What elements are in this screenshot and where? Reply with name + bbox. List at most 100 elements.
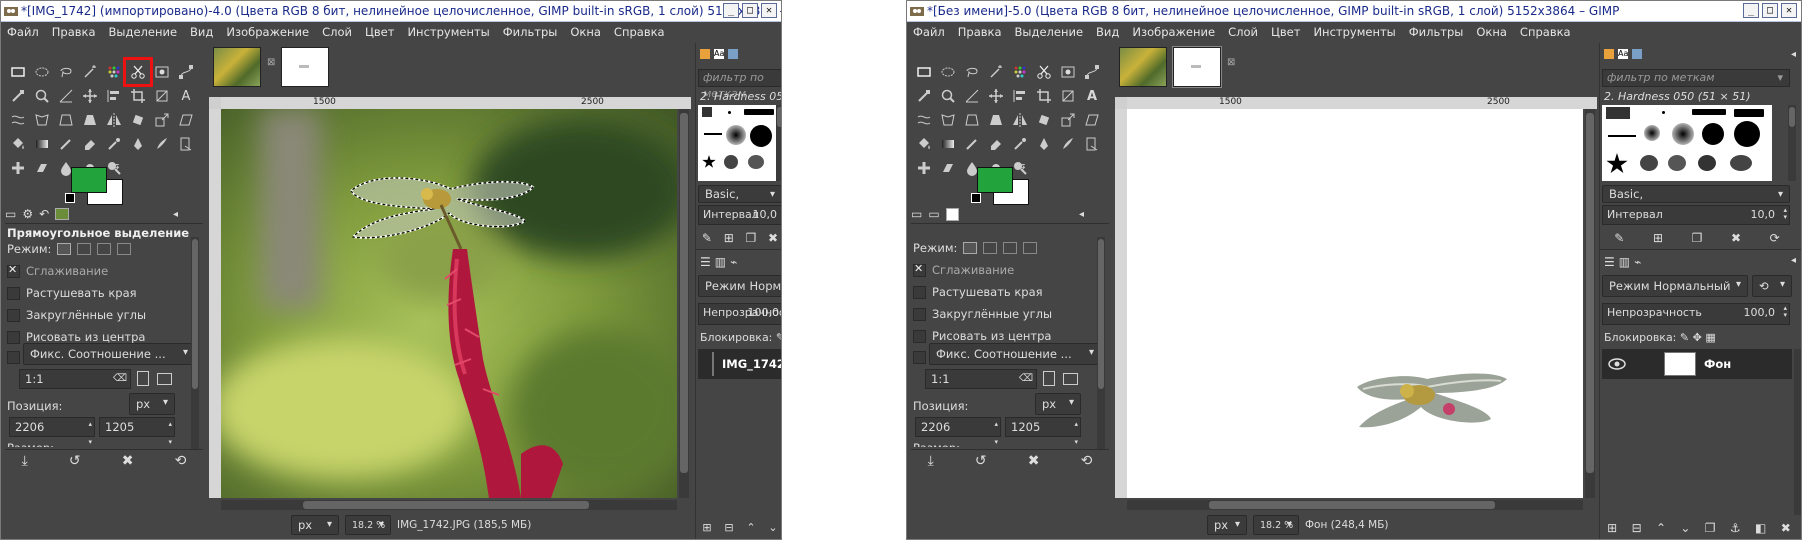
scissors-select-icon[interactable] — [123, 57, 153, 87]
brush-tag-filter[interactable]: фильтр по меткам ▾ — [1602, 69, 1790, 87]
from-center-checkbox[interactable] — [7, 330, 20, 344]
mask-layer-icon[interactable]: ◧ — [1755, 521, 1766, 535]
edit-brush-icon[interactable]: ✎ — [1614, 231, 1624, 245]
opacity-spinner[interactable]: Непрозрачность 100,0 — [698, 303, 781, 325]
tool-options-tab-icon[interactable]: ▭ — [5, 207, 16, 221]
position-x-input[interactable]: 2206 ▴ ▾ — [9, 417, 95, 446]
ellipse-select-icon[interactable] — [31, 61, 53, 83]
scissors-select-icon[interactable] — [1033, 61, 1055, 83]
zoom-icon[interactable] — [31, 85, 53, 107]
perspective-icon[interactable] — [985, 109, 1007, 131]
swap-colors-icon[interactable]: ⇆ — [1017, 161, 1025, 172]
menu-edit[interactable]: Правка — [958, 25, 1002, 39]
configure-tab-icon[interactable]: ◂ — [1079, 209, 1084, 220]
ratio-input[interactable]: 1:1 ⌫ — [925, 369, 1037, 389]
paths-icon[interactable] — [175, 61, 197, 83]
mypaint-brush-icon[interactable] — [1057, 133, 1079, 155]
align-icon[interactable] — [1009, 85, 1031, 107]
bucket-fill-icon[interactable] — [913, 133, 935, 155]
refresh-brushes-icon[interactable]: ⟳ — [1770, 231, 1780, 245]
menu-tools[interactable]: Инструменты — [1313, 25, 1395, 39]
new-layer-icon[interactable]: ⊞ — [702, 521, 711, 534]
menu-file[interactable]: Файл — [913, 25, 945, 39]
tool-options-scrollbar[interactable] — [1097, 237, 1105, 449]
menu-layer[interactable]: Слой — [322, 25, 352, 39]
swap-colors-icon[interactable]: ⇆ — [111, 161, 119, 172]
restore-options-icon[interactable]: ↺ — [975, 453, 987, 469]
bucket-fill-icon[interactable] — [7, 133, 29, 155]
layers-tab-icon[interactable]: ☰ — [1604, 255, 1615, 269]
shear-icon[interactable] — [175, 109, 197, 131]
images-tab-icon[interactable] — [55, 208, 70, 220]
text-icon[interactable]: A — [175, 85, 197, 107]
tool-options-tab-icon[interactable]: ▭ — [911, 207, 922, 221]
airbrush-icon[interactable] — [1009, 133, 1031, 155]
raise-layer-icon[interactable]: ⌃ — [746, 521, 755, 534]
fixed-checkbox[interactable] — [913, 351, 926, 364]
clear-icon[interactable]: ⌫ — [113, 370, 127, 388]
landscape-icon[interactable] — [1063, 373, 1078, 385]
mode-replace-icon[interactable] — [963, 242, 978, 254]
close-button[interactable]: ✕ — [761, 3, 777, 18]
ruler-corner[interactable] — [209, 97, 221, 109]
color-picker-icon[interactable] — [7, 85, 29, 107]
unified-transform-icon[interactable] — [151, 85, 173, 107]
foreground-select-icon[interactable] — [1057, 61, 1079, 83]
fuzzy-select-icon[interactable] — [79, 61, 101, 83]
brush-tag-filter[interactable]: фильтр по меткам — [698, 69, 781, 100]
new-layer-icon[interactable]: ⊞ — [1607, 521, 1617, 535]
scale-icon[interactable] — [1057, 109, 1079, 131]
opacity-spinner[interactable]: Непрозрачность 100,0 ▴ ▾ — [1602, 303, 1790, 325]
channels-tab-icon[interactable]: ▥ — [1619, 255, 1630, 269]
brush-preset-select[interactable]: Basic, ▾ — [1602, 185, 1790, 203]
mode-replace-icon[interactable] — [57, 243, 72, 255]
landscape-icon[interactable] — [157, 373, 172, 385]
lock-position-icon[interactable]: ✥ — [1693, 331, 1702, 344]
horizontal-ruler[interactable]: 1500 2500 — [221, 97, 691, 109]
anchor-layer-icon[interactable]: ⚓ — [1730, 521, 1741, 535]
menu-help[interactable]: Справка — [614, 25, 665, 39]
layers-scrollbar[interactable] — [1794, 349, 1801, 515]
ratio-input[interactable]: 1:1 ⌫ — [19, 369, 131, 389]
lasso-icon[interactable] — [55, 61, 77, 83]
image-tab-blank[interactable] — [281, 47, 330, 87]
menu-colors[interactable]: Цвет — [365, 25, 394, 39]
move-icon[interactable] — [985, 85, 1007, 107]
mode-intersect-icon[interactable] — [117, 243, 132, 255]
save-options-icon[interactable]: ⤓ — [928, 453, 934, 469]
device-status-tab-icon[interactable]: ▭ — [928, 207, 939, 221]
duplicate-brush-icon[interactable]: ❐ — [1692, 231, 1703, 245]
fuzzy-select-icon[interactable] — [985, 61, 1007, 83]
image-tab-blank[interactable] — [1172, 46, 1222, 88]
cage-transform-icon[interactable] — [31, 109, 53, 131]
menu-help[interactable]: Справка — [1520, 25, 1571, 39]
handle-transform-icon[interactable] — [55, 109, 77, 131]
menu-colors[interactable]: Цвет — [1271, 25, 1300, 39]
paintbrush-icon[interactable] — [961, 133, 983, 155]
fixed-aspect-select[interactable]: Фикс. Соотношение ... ▾ — [23, 343, 195, 365]
ink-icon[interactable] — [1033, 133, 1055, 155]
new-group-icon[interactable]: ⊟ — [724, 521, 733, 534]
perspective-clone-icon[interactable] — [31, 157, 53, 179]
clone-icon[interactable] — [1081, 133, 1103, 155]
delete-layer-icon[interactable]: ✖ — [1781, 521, 1791, 535]
maximize-button[interactable]: □ — [1762, 3, 1778, 18]
unit-menu[interactable]: px ▾ — [1207, 515, 1247, 535]
lasso-icon[interactable] — [961, 61, 983, 83]
menu-edit[interactable]: Правка — [52, 25, 96, 39]
from-center-row[interactable]: Рисовать из центра — [7, 330, 145, 344]
reset-options-icon[interactable]: ⟲ — [175, 453, 187, 469]
menu-view[interactable]: Вид — [1096, 25, 1119, 39]
foreground-select-icon[interactable] — [151, 61, 173, 83]
warp-transform-icon[interactable] — [913, 109, 935, 131]
menu-windows[interactable]: Окна — [570, 25, 601, 39]
channels-tab-icon[interactable]: ▥ — [715, 255, 726, 269]
undo-history-tab-icon[interactable]: ↶ — [39, 207, 49, 221]
zoom-menu[interactable]: 18.2 % ▾ — [1253, 515, 1299, 535]
measure-icon[interactable] — [961, 85, 983, 107]
antialias-row[interactable]: Сглаживание — [913, 262, 1014, 277]
color-picker-icon[interactable] — [913, 85, 935, 107]
move-icon[interactable] — [79, 85, 101, 107]
edit-brush-icon[interactable]: ✎ — [702, 231, 712, 245]
canvas-v-scrollbar[interactable] — [679, 109, 689, 498]
